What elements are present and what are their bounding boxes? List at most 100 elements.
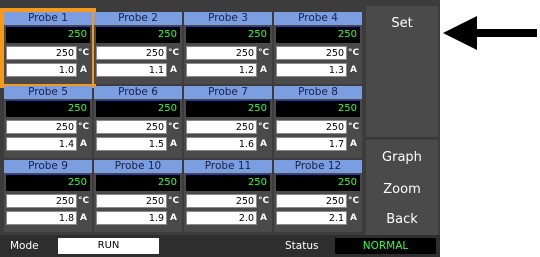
current-field[interactable]: 1.5: [96, 137, 167, 151]
temp-unit: °C: [347, 120, 360, 134]
set-button[interactable]: Set: [366, 6, 438, 42]
setpoint-field[interactable]: 250: [186, 194, 257, 208]
current-row: 1.2 A: [186, 63, 270, 77]
current-field[interactable]: 1.3: [276, 63, 347, 77]
probe-tile[interactable]: Probe 12 250 250 °C 2.1 A: [274, 160, 362, 232]
setpoint-row: 250 °C: [276, 120, 360, 134]
probe-tile[interactable]: Probe 2 250 250 °C 1.1 A: [94, 12, 182, 84]
probe-reading: 250: [276, 26, 360, 43]
current-unit: A: [257, 137, 270, 151]
setpoint-field[interactable]: 250: [276, 194, 347, 208]
probe-reading: 250: [276, 100, 360, 117]
probe-name: Probe 4: [274, 12, 362, 25]
temp-unit: °C: [77, 120, 90, 134]
blank-button-1[interactable]: [366, 38, 438, 74]
setpoint-field[interactable]: 250: [6, 120, 77, 134]
probe-reading: 250: [6, 26, 90, 43]
setpoint-field[interactable]: 250: [276, 46, 347, 60]
status-label: Status: [285, 240, 319, 252]
setpoint-field[interactable]: 250: [96, 194, 167, 208]
probe-tile[interactable]: Probe 11 250 250 °C 2.0 A: [184, 160, 272, 232]
current-unit: A: [347, 63, 360, 77]
mode-value: RUN: [58, 238, 159, 254]
setpoint-row: 250 °C: [6, 194, 90, 208]
current-field[interactable]: 1.0: [6, 63, 77, 77]
current-field[interactable]: 1.7: [276, 137, 347, 151]
temp-unit: °C: [257, 194, 270, 208]
blank-button-2[interactable]: [366, 70, 438, 106]
current-unit: A: [167, 137, 180, 151]
probe-name: Probe 1: [4, 12, 92, 25]
current-unit: A: [77, 63, 90, 77]
current-field[interactable]: 2.0: [186, 211, 257, 225]
current-row: 1.1 A: [96, 63, 180, 77]
graph-button[interactable]: Graph: [366, 140, 438, 176]
current-unit: A: [257, 211, 270, 225]
probe-name: Probe 3: [184, 12, 272, 25]
current-field[interactable]: 2.1: [276, 211, 347, 225]
current-row: 1.9 A: [96, 211, 180, 225]
setpoint-field[interactable]: 250: [6, 46, 77, 60]
setpoint-field[interactable]: 250: [186, 46, 257, 60]
status-value: NORMAL: [335, 238, 436, 254]
probe-name: Probe 11: [184, 160, 272, 173]
probe-tile[interactable]: Probe 5 250 250 °C 1.4 A: [4, 86, 92, 158]
blank-button-3[interactable]: [366, 102, 438, 138]
current-unit: A: [347, 211, 360, 225]
probe-tile[interactable]: Probe 7 250 250 °C 1.6 A: [184, 86, 272, 158]
setpoint-row: 250 °C: [186, 46, 270, 60]
probe-tile[interactable]: Probe 3 250 250 °C 1.2 A: [184, 12, 272, 84]
temp-unit: °C: [347, 194, 360, 208]
temp-unit: °C: [167, 194, 180, 208]
setpoint-field[interactable]: 250: [96, 120, 167, 134]
probe-name: Probe 5: [4, 86, 92, 99]
probe-tile[interactable]: Probe 4 250 250 °C 1.3 A: [274, 12, 362, 84]
setpoint-row: 250 °C: [6, 46, 90, 60]
back-button[interactable]: Back: [366, 202, 438, 238]
setpoint-field[interactable]: 250: [6, 194, 77, 208]
current-field[interactable]: 1.1: [96, 63, 167, 77]
temp-unit: °C: [77, 46, 90, 60]
current-row: 2.0 A: [186, 211, 270, 225]
current-field[interactable]: 1.2: [186, 63, 257, 77]
setpoint-row: 250 °C: [276, 46, 360, 60]
side-menu: Set Graph Zoom Back: [366, 6, 438, 238]
current-row: 1.7 A: [276, 137, 360, 151]
probe-reading: 250: [6, 100, 90, 117]
probe-reading: 250: [186, 100, 270, 117]
probe-tile[interactable]: Probe 9 250 250 °C 1.8 A: [4, 160, 92, 232]
current-field[interactable]: 1.4: [6, 137, 77, 151]
current-unit: A: [347, 137, 360, 151]
current-row: 1.8 A: [6, 211, 90, 225]
current-unit: A: [77, 211, 90, 225]
setpoint-field[interactable]: 250: [186, 120, 257, 134]
probe-name: Probe 2: [94, 12, 182, 25]
status-bar: Mode RUN Status NORMAL: [0, 235, 440, 257]
current-unit: A: [257, 63, 270, 77]
setpoint-row: 250 °C: [96, 46, 180, 60]
current-field[interactable]: 1.6: [186, 137, 257, 151]
temp-unit: °C: [347, 46, 360, 60]
probe-name: Probe 8: [274, 86, 362, 99]
probe-tile[interactable]: Probe 1 250 250 °C 1.0 A: [0, 8, 96, 88]
probe-tile[interactable]: Probe 6 250 250 °C 1.5 A: [94, 86, 182, 158]
current-field[interactable]: 1.9: [96, 211, 167, 225]
probe-tile[interactable]: Probe 8 250 250 °C 1.7 A: [274, 86, 362, 158]
setpoint-row: 250 °C: [186, 120, 270, 134]
setpoint-field[interactable]: 250: [96, 46, 167, 60]
setpoint-row: 250 °C: [96, 194, 180, 208]
arrow-left-icon: [443, 16, 537, 50]
temp-unit: °C: [77, 194, 90, 208]
probe-reading: 250: [6, 174, 90, 191]
current-unit: A: [167, 211, 180, 225]
current-field[interactable]: 1.8: [6, 211, 77, 225]
probe-tile[interactable]: Probe 10 250 250 °C 1.9 A: [94, 160, 182, 232]
current-row: 1.4 A: [6, 137, 90, 151]
current-row: 2.1 A: [276, 211, 360, 225]
setpoint-field[interactable]: 250: [276, 120, 347, 134]
controller-panel: Probe 1 250 250 °C 1.0 A Probe 2 250 250 °C 1.1 A Pr…: [0, 0, 440, 257]
mode-label: Mode: [10, 240, 39, 252]
probe-reading: 250: [96, 26, 180, 43]
probe-reading: 250: [276, 174, 360, 191]
current-row: 1.0 A: [6, 63, 90, 77]
